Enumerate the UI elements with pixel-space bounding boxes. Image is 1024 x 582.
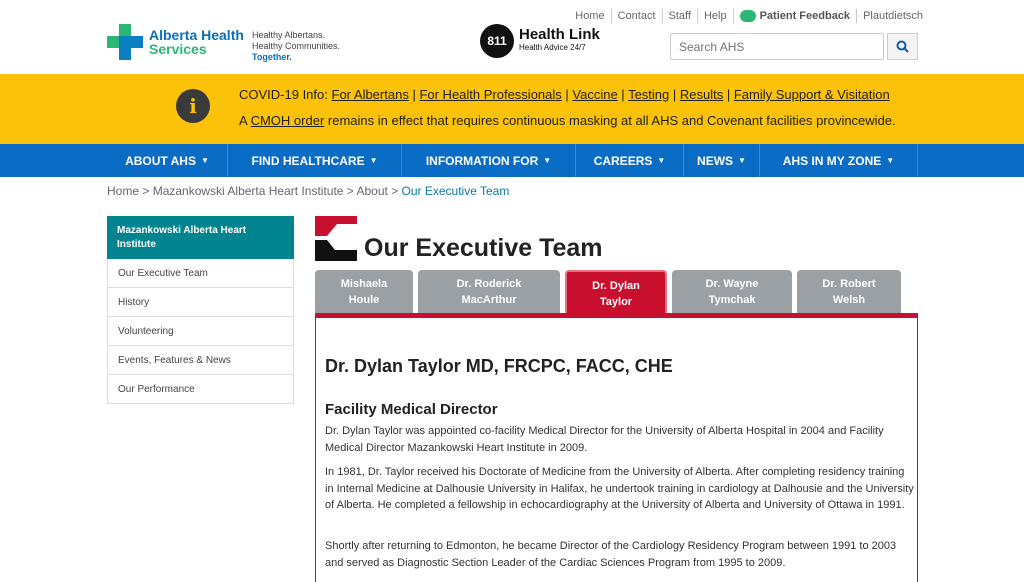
logo-line1: Alberta Health [149, 27, 244, 43]
profile-paragraph: In 1981, Dr. Taylor received his Doctora… [325, 466, 914, 511]
tab-line1: Mishaela [340, 278, 388, 290]
breadcrumb-institute[interactable]: Mazankowski Alberta Heart Institute [153, 184, 344, 198]
chevron-down-icon: ▼ [543, 156, 552, 165]
tab-dylan-taylor[interactable]: Dr. Dylan Taylor [565, 270, 667, 313]
covid-banner: i COVID-19 Info: For Albertans | For Hea… [0, 74, 1024, 144]
chevron-down-icon: ▼ [200, 156, 209, 165]
chevron-down-icon: ▼ [657, 156, 666, 165]
search-button[interactable] [887, 33, 918, 60]
sidebar-item-events[interactable]: Events, Features & News [107, 346, 294, 375]
tagline-line3: Together. [252, 52, 292, 62]
ahs-logo[interactable]: Alberta Health Services [107, 24, 244, 60]
search-icon [896, 40, 909, 53]
sidebar-item-history[interactable]: History [107, 288, 294, 317]
sidebar-item-volunteering[interactable]: Volunteering [107, 317, 294, 346]
profile-panel: Dr. Dylan Taylor MD, FRCPC, FACC, CHE Fa… [315, 313, 918, 582]
executive-tabs: Mishaela Houle Dr. Roderick MacArthur Dr. … [315, 270, 906, 313]
tab-line2: Taylor [599, 296, 633, 308]
health-link-number: 811 [480, 24, 514, 58]
nav-label: NEWS [697, 153, 734, 168]
tab-line2: Houle [348, 294, 380, 306]
tab-line1: Dr. Wayne [705, 278, 759, 290]
sidebar-heading[interactable]: Mazankowski Alberta Heart Institute [107, 216, 294, 259]
toplink-staff[interactable]: Staff [669, 10, 691, 22]
tab-line1: Dr. Robert [822, 278, 876, 290]
nav-label: FIND HEALTHCARE [251, 153, 365, 168]
toplink-home[interactable]: Home [575, 10, 604, 22]
chevron-down-icon: ▼ [738, 156, 746, 165]
chat-icon [739, 10, 756, 22]
profile-paragraph: Dr. Dylan Taylor was appointed co-facili… [325, 425, 884, 454]
tab-robert-welsh[interactable]: Dr. Robert Welsh [797, 270, 901, 313]
cmoh-notice: A CMOH order remains in effect that requ… [239, 113, 896, 128]
nav-about-ahs[interactable]: ABOUT AHS ▼ [107, 144, 228, 177]
breadcrumb-about[interactable]: About [356, 184, 387, 198]
profile-paragraph: Shortly after returning to Edmonton, he … [325, 540, 897, 569]
covid-link-professionals[interactable]: For Health Professionals [419, 87, 561, 102]
breadcrumb: Home > Mazankowski Alberta Heart Institu… [107, 184, 510, 198]
nav-careers[interactable]: CAREERS ▼ [576, 144, 684, 177]
chevron-down-icon: ▼ [369, 156, 378, 165]
utility-links: Home Contact Staff Help Patient Feedback… [575, 9, 923, 23]
tab-wayne-tymchak[interactable]: Dr. Wayne Tymchak [672, 270, 792, 313]
tab-line1: Dr. Roderick [456, 278, 522, 290]
tab-line1: Dr. Dylan [592, 280, 640, 292]
chevron-down-icon: ▼ [886, 156, 895, 165]
covid-links-line: COVID-19 Info: For Albertans | For Healt… [239, 87, 890, 102]
health-link-title: Health Link [519, 26, 600, 43]
nav-label: CAREERS [593, 153, 653, 168]
heart-institute-mark-icon [315, 216, 357, 261]
tagline-line1: Healthy Albertans. [252, 30, 326, 40]
nav-label: AHS IN MY ZONE [782, 153, 882, 168]
tab-roderick-macarthur[interactable]: Dr. Roderick MacArthur [418, 270, 560, 313]
nav-ahs-in-my-zone[interactable]: AHS IN MY ZONE ▼ [760, 144, 918, 177]
covid-link-vaccine[interactable]: Vaccine [572, 87, 617, 102]
sidebar-item-executive-team[interactable]: Our Executive Team [107, 259, 294, 288]
profile-name: Dr. Dylan Taylor MD, FRCPC, FACC, CHE [325, 356, 673, 376]
logo-line2: Services [149, 41, 207, 57]
toplink-help[interactable]: Help [704, 10, 727, 22]
health-link-logo[interactable]: 811 Health Link Health Advice 24/7 [480, 24, 600, 58]
nav-label: ABOUT AHS [125, 153, 196, 168]
nav-label: INFORMATION FOR [425, 153, 539, 168]
tagline: Healthy Albertans. Healthy Communities. … [252, 30, 340, 63]
cmoh-prefix: A [239, 113, 247, 128]
nav-information-for[interactable]: INFORMATION FOR ▼ [402, 144, 576, 177]
sidebar-nav: Mazankowski Alberta Heart Institute Our … [107, 216, 294, 404]
tab-line2: Welsh [832, 294, 866, 306]
profile-role: Facility Medical Director [325, 401, 498, 418]
language-link[interactable]: Plautdietsch [863, 10, 923, 22]
nav-news[interactable]: NEWS ▼ [684, 144, 760, 177]
cmoh-text: remains in effect that requires continuo… [327, 113, 896, 128]
tab-mishaela-houle[interactable]: Mishaela Houle [315, 270, 413, 313]
cmoh-order-link[interactable]: CMOH order [251, 113, 325, 128]
sidebar-item-performance[interactable]: Our Performance [107, 375, 294, 404]
covid-link-albertans[interactable]: For Albertans [332, 87, 409, 102]
patient-feedback-label: Patient Feedback [759, 10, 851, 22]
info-icon: i [176, 89, 210, 123]
covid-link-results[interactable]: Results [680, 87, 723, 102]
covid-prefix: COVID-19 Info: [239, 87, 328, 102]
page-title: Our Executive Team [364, 234, 603, 262]
breadcrumb-home[interactable]: Home [107, 184, 139, 198]
nav-find-healthcare[interactable]: FIND HEALTHCARE ▼ [228, 144, 402, 177]
main-nav: ABOUT AHS ▼ FIND HEALTHCARE ▼ INFORMATION … [0, 144, 1024, 177]
patient-feedback-link[interactable]: Patient Feedback [739, 10, 851, 22]
covid-link-testing[interactable]: Testing [628, 87, 669, 102]
toplink-contact[interactable]: Contact [618, 10, 656, 22]
tagline-line2: Healthy Communities. [252, 41, 341, 51]
breadcrumb-current: Our Executive Team [401, 184, 510, 198]
tab-line2: MacArthur [461, 294, 517, 306]
covid-link-family[interactable]: Family Support & Visitation [734, 87, 890, 102]
site-header: Alberta Health Services Healthy Albertan… [0, 0, 1024, 74]
search-input[interactable] [670, 33, 884, 60]
ahs-cross-icon [107, 24, 143, 60]
tab-line2: Tymchak [708, 294, 756, 306]
